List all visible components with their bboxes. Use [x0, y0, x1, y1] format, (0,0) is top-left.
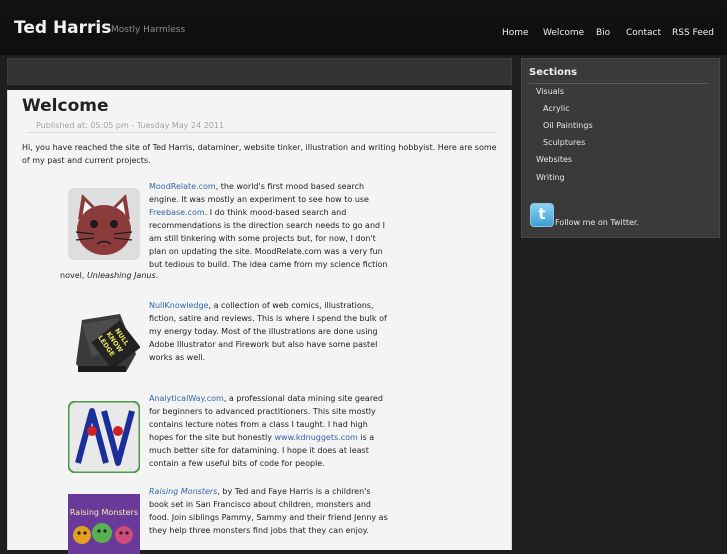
main-content: Welcome Published at: 05:05 pm - Tuesday… — [7, 90, 512, 554]
nav-contact[interactable]: Contact — [626, 28, 661, 38]
freebase-link[interactable]: Freebase.com — [149, 208, 205, 217]
sidebar: Sections Visuals Acrylic Oil Paintings S… — [521, 58, 720, 238]
sidebar-item-websites[interactable]: Websites — [536, 155, 572, 164]
project-raising-monsters-text: Raising Monsters, by Ted and Faye Harris… — [149, 487, 388, 535]
nav-welcome[interactable]: Welcome — [543, 28, 584, 38]
site-header: Ted Harris Mostly Harmless Home Welcome … — [0, 0, 727, 55]
nav-home[interactable]: Home — [502, 28, 529, 38]
site-title[interactable]: Ted Harris — [14, 18, 111, 38]
project-analyticalway-text: AnalyticalWay.com, a professional data m… — [149, 394, 383, 468]
project-moodrelate-overflow: novel, Unleashing Janus. — [60, 271, 159, 280]
twitter-follow-link[interactable]: Follow me on Twitter. — [555, 218, 639, 227]
nav-bio[interactable]: Bio — [596, 28, 610, 38]
nullknowledge-link[interactable]: NullKnowledge — [149, 301, 208, 310]
monsters-illustration — [73, 523, 133, 544]
sidebar-item-acrylic[interactable]: Acrylic — [543, 104, 570, 113]
sidebar-item-writing[interactable]: Writing — [536, 173, 565, 182]
sidebar-item-visuals[interactable]: Visuals — [536, 87, 564, 96]
divider — [26, 132, 496, 133]
intro-paragraph: Hi, you have reached the site of Ted Har… — [22, 143, 497, 165]
content-top-bar — [7, 58, 512, 85]
published-date: Published at: 05:05 pm - Tuesday May 24 … — [36, 121, 225, 130]
cat-face-image[interactable] — [68, 188, 140, 260]
sidebar-item-oil-paintings[interactable]: Oil Paintings — [543, 121, 593, 130]
nav-rss-feed[interactable]: RSS Feed — [672, 28, 714, 38]
page-title: Welcome — [22, 96, 109, 116]
sidebar-item-sculptures[interactable]: Sculptures — [543, 138, 585, 147]
analyticalway-link[interactable]: AnalyticalWay.com — [149, 394, 224, 403]
kdnuggets-link[interactable]: www.kdnuggets.com — [274, 433, 357, 442]
book-cover-title: Raising Monsters — [69, 508, 139, 517]
av-logo-image[interactable] — [68, 401, 140, 473]
site-tagline: Mostly Harmless — [111, 25, 186, 35]
typewriter-image[interactable]: NULL KNOW LEDGE — [68, 306, 140, 378]
divider — [529, 83, 709, 84]
project-moodrelate-text: MoodRelate.com, the world's first mood b… — [149, 182, 388, 269]
raising-monsters-link[interactable]: Raising Monsters — [149, 487, 217, 496]
sidebar-title: Sections — [529, 67, 578, 78]
twitter-icon[interactable]: t — [530, 203, 554, 227]
project-nullknowledge-text: NullKnowledge, a collection of web comic… — [149, 301, 387, 362]
moodrelate-link[interactable]: MoodRelate.com — [149, 182, 216, 191]
book-cover-image[interactable]: Raising Monsters — [68, 494, 140, 554]
